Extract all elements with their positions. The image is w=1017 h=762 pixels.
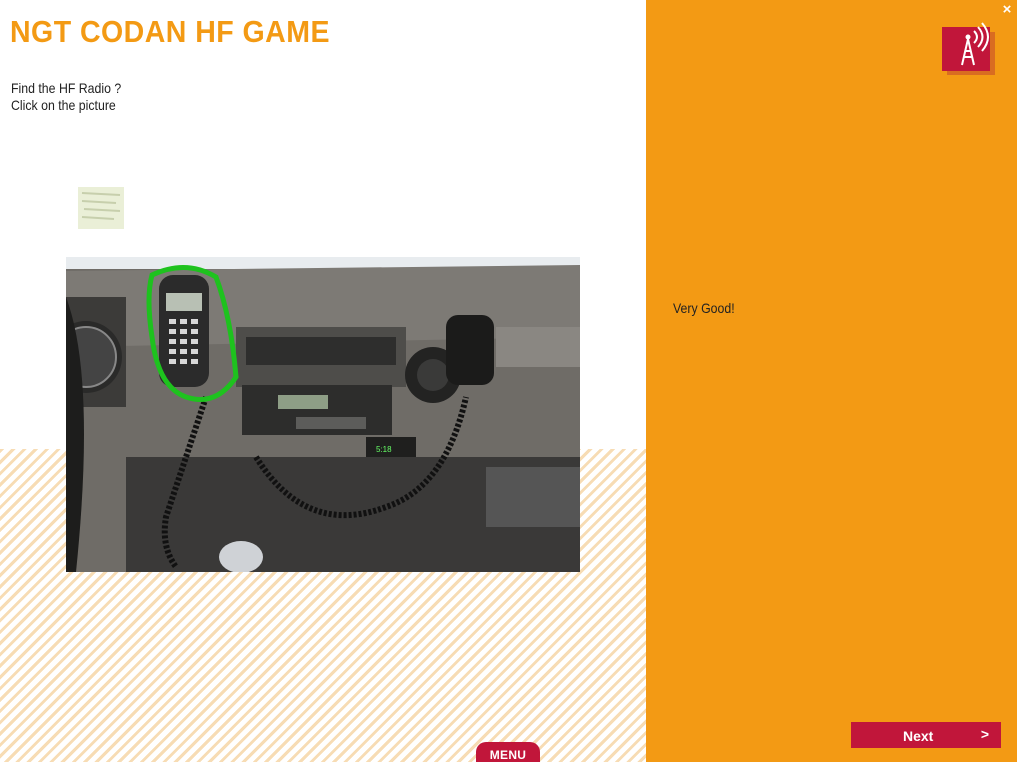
instruction-question: Find the HF Radio ? xyxy=(11,80,122,96)
close-icon[interactable]: × xyxy=(1000,2,1014,17)
sticky-note-decoration xyxy=(78,187,124,229)
radio-tower-logo-icon xyxy=(942,22,995,75)
menu-button[interactable]: MENU xyxy=(476,742,540,762)
page-title: NGT CODAN HF GAME xyxy=(10,14,330,49)
next-button[interactable]: Next > xyxy=(851,722,1001,748)
dashboard-photo[interactable]: 5:18 xyxy=(66,257,580,572)
feedback-panel xyxy=(646,0,1017,762)
next-button-label: Next xyxy=(903,728,934,744)
svg-text:5:18: 5:18 xyxy=(376,445,392,454)
feedback-message: Very Good! xyxy=(673,300,735,316)
game-panel: NGT CODAN HF GAME Find the HF Radio ? Cl… xyxy=(0,0,646,762)
instruction-hint: Click on the picture xyxy=(11,97,116,113)
next-arrow-icon: > xyxy=(980,726,989,742)
